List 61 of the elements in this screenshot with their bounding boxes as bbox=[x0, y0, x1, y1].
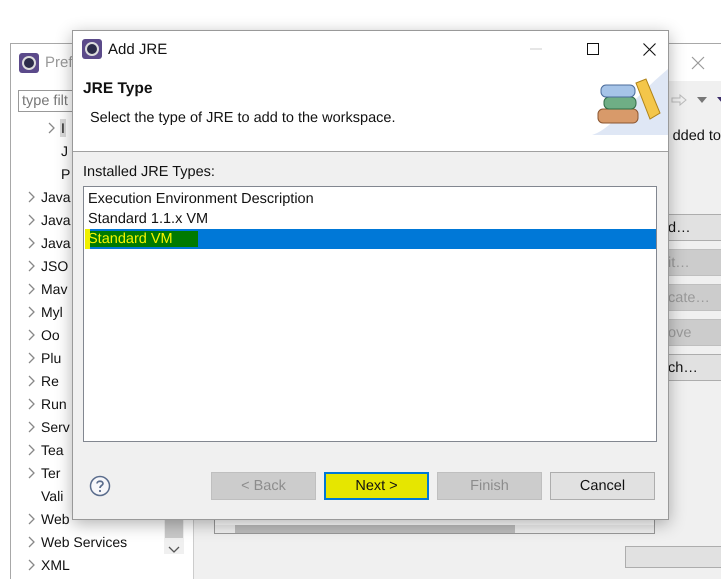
help-icon[interactable] bbox=[89, 475, 111, 497]
chevron-right-icon[interactable] bbox=[28, 444, 36, 456]
list-item[interactable]: Standard 1.1.x VM bbox=[85, 209, 656, 229]
window-title: Add JRE bbox=[108, 40, 168, 58]
tree-item[interactable]: Web bbox=[40, 510, 71, 528]
close-icon[interactable] bbox=[643, 42, 656, 56]
page-heading: JRE Type bbox=[83, 80, 154, 98]
dropdown-icon[interactable] bbox=[697, 97, 707, 103]
tree-item[interactable]: Oo bbox=[40, 326, 61, 344]
tree-item[interactable]: Vali bbox=[40, 486, 64, 504]
tree-item[interactable]: Re bbox=[40, 372, 60, 390]
tree-item[interactable]: XML bbox=[40, 556, 71, 574]
chevron-right-icon[interactable] bbox=[28, 374, 36, 386]
chevron-right-icon[interactable] bbox=[28, 398, 36, 410]
window-title: Pref bbox=[45, 54, 73, 71]
list-label: Installed JRE Types: bbox=[83, 164, 216, 180]
chevron-right-icon[interactable] bbox=[28, 236, 36, 248]
chevron-right-icon[interactable] bbox=[48, 122, 56, 134]
list-item-text: Standard VM bbox=[88, 231, 198, 247]
chevron-right-icon[interactable] bbox=[28, 536, 36, 548]
tree-item[interactable]: Plu bbox=[40, 348, 62, 366]
chevron-right-icon[interactable] bbox=[28, 352, 36, 364]
chevron-right-icon[interactable] bbox=[28, 260, 36, 272]
tree-item[interactable]: Java bbox=[40, 188, 72, 206]
tree-item[interactable]: P bbox=[60, 164, 72, 182]
chevron-right-icon[interactable] bbox=[28, 420, 36, 432]
page-description: Select the type of JRE to add to the workspace. bbox=[89, 110, 396, 126]
tree-item[interactable]: I bbox=[60, 118, 66, 136]
jre-type-list[interactable]: Execution Environment Description Standard 1.1.x VM Standard VM bbox=[83, 186, 657, 442]
chevron-right-icon[interactable] bbox=[28, 282, 36, 294]
list-item[interactable]: Execution Environment Description bbox=[85, 189, 656, 209]
maximize-icon[interactable] bbox=[587, 43, 599, 55]
tree-item[interactable]: JSO bbox=[40, 256, 70, 274]
chevron-right-icon[interactable] bbox=[28, 512, 36, 524]
chevron-right-icon[interactable] bbox=[28, 328, 36, 340]
tree-item[interactable]: Ter bbox=[40, 464, 62, 482]
chevron-right-icon[interactable] bbox=[28, 466, 36, 478]
tree-item[interactable]: Java bbox=[40, 234, 72, 252]
tree-item[interactable]: Mav bbox=[40, 280, 68, 298]
wizard-button[interactable]: Next > bbox=[324, 472, 429, 500]
tree-item[interactable]: Tea bbox=[40, 440, 65, 458]
wizard-button[interactable]: Cancel bbox=[550, 472, 655, 500]
tree-item[interactable]: Java bbox=[40, 210, 72, 228]
list-item-text: Execution Environment Description bbox=[88, 191, 315, 207]
chevron-down-icon[interactable] bbox=[168, 546, 180, 554]
forward-arrow-icon[interactable] bbox=[671, 94, 687, 106]
chevron-right-icon[interactable] bbox=[28, 190, 36, 202]
tree-item[interactable]: Run bbox=[40, 394, 68, 412]
description-text: dded to bbox=[672, 128, 721, 144]
list-item[interactable]: Standard VM bbox=[85, 229, 656, 249]
tree-item[interactable]: J bbox=[60, 142, 69, 160]
chevron-right-icon[interactable] bbox=[28, 214, 36, 226]
gear-icon bbox=[19, 52, 39, 72]
tree-item[interactable]: Web Services bbox=[40, 532, 128, 550]
chevron-right-icon[interactable] bbox=[28, 306, 36, 318]
chevron-right-icon[interactable] bbox=[28, 558, 36, 570]
tree-item[interactable]: Serv bbox=[40, 418, 71, 436]
books-icon bbox=[592, 69, 668, 135]
tree-item[interactable]: Myl bbox=[40, 302, 64, 320]
list-item-text: Standard 1.1.x VM bbox=[88, 211, 210, 227]
gear-icon bbox=[82, 39, 102, 59]
